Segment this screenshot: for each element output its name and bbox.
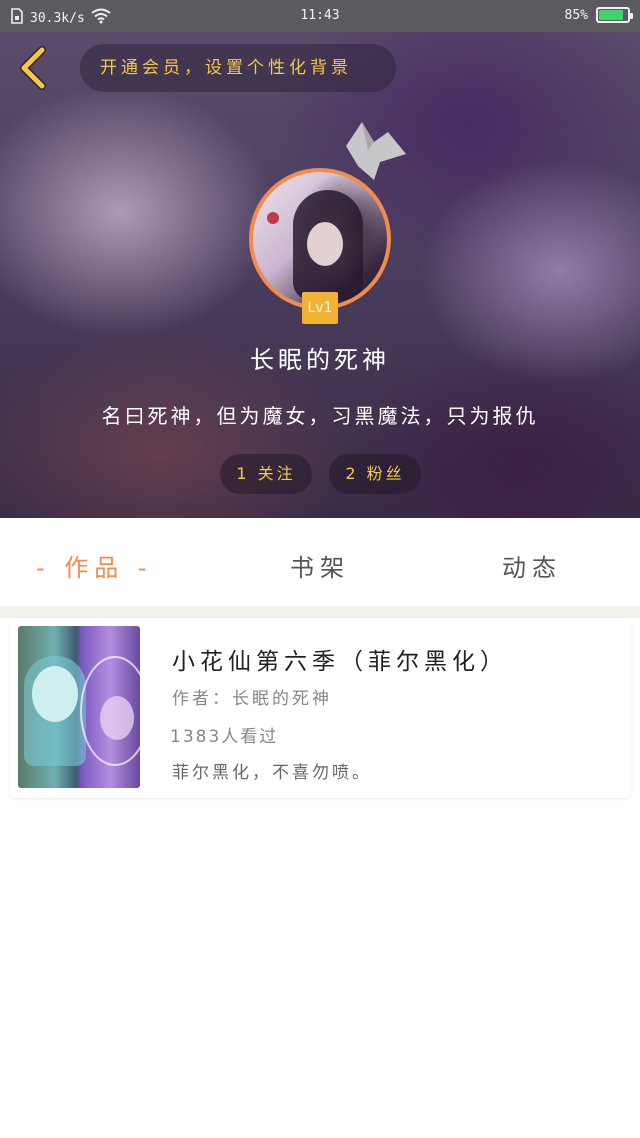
cover-character-2 <box>100 696 134 740</box>
crown-icon <box>346 122 406 180</box>
status-time: 11:43 <box>300 8 340 23</box>
tab-bookshelf[interactable]: 书架 <box>290 548 350 583</box>
battery-icon <box>596 7 633 23</box>
book-cover[interactable] <box>18 626 140 788</box>
book-title[interactable]: 小花仙第六季（菲尔黑化） <box>172 642 508 676</box>
vip-background-banner[interactable]: 开通会员，设置个性化背景 <box>80 44 396 92</box>
book-view-count: 1383人看过 <box>170 727 279 747</box>
avatar-cherry <box>267 212 279 224</box>
tab-works[interactable]: - 作品 - <box>36 548 153 583</box>
avatar[interactable] <box>249 168 391 310</box>
profile-tabs: - 作品 - 书架 动态 <box>0 518 640 606</box>
book-card[interactable]: 小花仙第六季（菲尔黑化） 作者：长眠的死神 1383人看过 菲尔黑化，不喜勿喷。 <box>10 618 631 798</box>
battery-fill <box>599 10 623 20</box>
section-divider <box>0 606 640 618</box>
level-badge: Lv1 <box>302 292 338 324</box>
profile-header: 开通会员，设置个性化背景 Lv1 长眠的死神 名曰死神，但为魔女，习黑魔法，只为… <box>0 32 640 518</box>
avatar-face <box>307 222 343 266</box>
nickname: 长眠的死神 <box>250 346 390 374</box>
cover-character <box>32 666 78 722</box>
status-bar: 30.3k/s 11:43 85% <box>0 0 640 32</box>
bio: 名曰死神，但为魔女，习黑魔法，只为报仇 <box>101 404 539 428</box>
following-button[interactable]: 1 关注 <box>220 454 312 494</box>
book-description: 菲尔黑化，不喜勿喷。 <box>172 763 372 783</box>
book-author: 作者：长眠的死神 <box>172 689 332 709</box>
back-button[interactable] <box>14 46 54 90</box>
profile-page: 30.3k/s 11:43 85% 开通会员，设置个性化背景 Lv1 长眠的死神… <box>0 0 640 1138</box>
chevron-left-icon <box>20 46 46 90</box>
battery-percent: 85% <box>564 7 588 23</box>
status-right: 85% <box>564 7 633 23</box>
tab-feed[interactable]: 动态 <box>502 548 562 583</box>
fans-button[interactable]: 2 粉丝 <box>329 454 421 494</box>
